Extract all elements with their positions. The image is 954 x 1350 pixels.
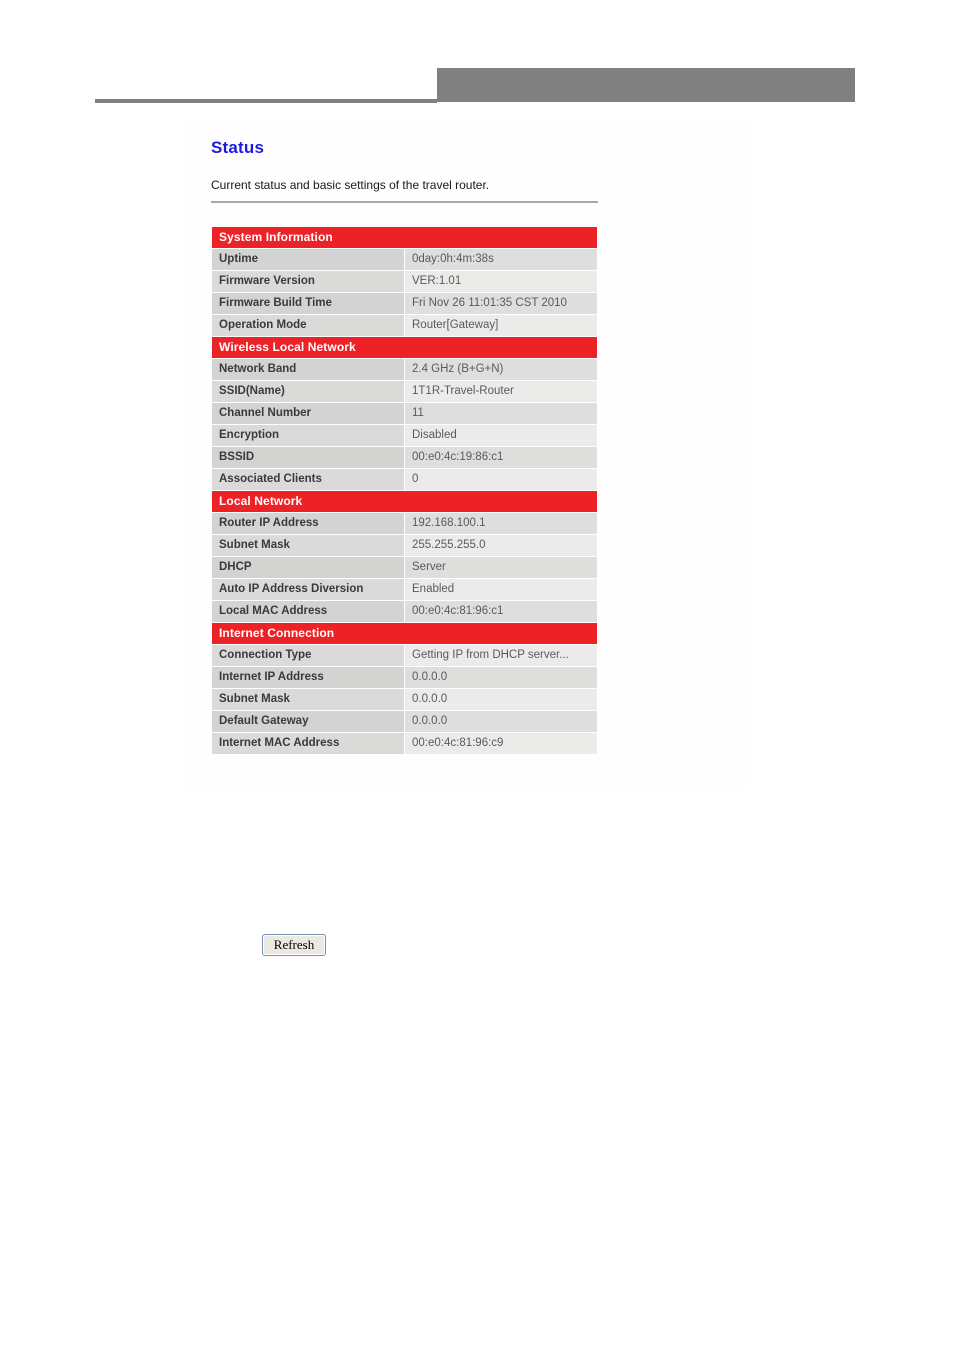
row-label: SSID(Name) xyxy=(211,380,405,403)
row-label: Router IP Address xyxy=(211,512,405,535)
row-label: Internet IP Address xyxy=(211,666,405,689)
row-label: Uptime xyxy=(211,248,405,271)
row-label: Subnet Mask xyxy=(211,688,405,711)
row-value: 0.0.0.0 xyxy=(404,666,598,689)
row-label: DHCP xyxy=(211,556,405,579)
row-value: Getting IP from DHCP server... xyxy=(404,644,598,667)
section-header-label: Internet Connection xyxy=(211,622,598,645)
table-row: Internet IP Address 0.0.0.0 xyxy=(211,666,598,689)
row-label: Firmware Version xyxy=(211,270,405,293)
table-row: Auto IP Address Diversion Enabled xyxy=(211,578,598,601)
description-divider xyxy=(211,201,598,203)
row-label: Connection Type xyxy=(211,644,405,667)
row-label: Auto IP Address Diversion xyxy=(211,578,405,601)
section-header-label: Local Network xyxy=(211,490,598,513)
row-value: 00:e0:4c:19:86:c1 xyxy=(404,446,598,469)
row-value: 255.255.255.0 xyxy=(404,534,598,557)
row-value: 0.0.0.0 xyxy=(404,688,598,711)
table-row: Connection Type Getting IP from DHCP serv… xyxy=(211,644,598,667)
row-label: Firmware Build Time xyxy=(211,292,405,315)
table-row: Encryption Disabled xyxy=(211,424,598,447)
row-value: 0day:0h:4m:38s xyxy=(404,248,598,271)
row-value: 0.0.0.0 xyxy=(404,710,598,733)
row-value: Router[Gateway] xyxy=(404,314,598,337)
row-value: 192.168.100.1 xyxy=(404,512,598,535)
table-row: BSSID 00:e0:4c:19:86:c1 xyxy=(211,446,598,469)
table-row: Subnet Mask 255.255.255.0 xyxy=(211,534,598,557)
header-divider-rule xyxy=(95,99,437,103)
row-label: Operation Mode xyxy=(211,314,405,337)
table-row: SSID(Name) 1T1R-Travel-Router xyxy=(211,380,598,403)
section-header-label: System Information xyxy=(211,226,598,249)
section-header-row: Wireless Local Network xyxy=(211,336,598,359)
row-value: VER:1.01 xyxy=(404,270,598,293)
page-title: Status xyxy=(211,138,265,157)
row-value: 00:e0:4c:81:96:c9 xyxy=(404,732,598,755)
table-row: Operation Mode Router[Gateway] xyxy=(211,314,598,337)
row-label: Subnet Mask xyxy=(211,534,405,557)
table-row: Uptime 0day:0h:4m:38s xyxy=(211,248,598,271)
table-row: Associated Clients 0 xyxy=(211,468,598,491)
row-value: 1T1R-Travel-Router xyxy=(404,380,598,403)
row-value: 0 xyxy=(404,468,598,491)
row-label: Associated Clients xyxy=(211,468,405,491)
row-label: Encryption xyxy=(211,424,405,447)
row-value: Disabled xyxy=(404,424,598,447)
row-value: 00:e0:4c:81:96:c1 xyxy=(404,600,598,623)
table-row: Subnet Mask 0.0.0.0 xyxy=(211,688,598,711)
row-value: Server xyxy=(404,556,598,579)
section-header-row: System Information xyxy=(211,226,598,249)
table-row: Internet MAC Address 00:e0:4c:81:96:c9 xyxy=(211,732,598,755)
table-row: Firmware Build Time Fri Nov 26 11:01:35 C… xyxy=(211,292,598,315)
row-value: Enabled xyxy=(404,578,598,601)
row-label: Default Gateway xyxy=(211,710,405,733)
row-value: 11 xyxy=(404,402,598,425)
refresh-button[interactable]: Refresh xyxy=(262,934,326,956)
table-row: Firmware Version VER:1.01 xyxy=(211,270,598,293)
page-description: Current status and basic settings of the… xyxy=(211,178,490,192)
table-row: Default Gateway 0.0.0.0 xyxy=(211,710,598,733)
row-label: Local MAC Address xyxy=(211,600,405,623)
section-header-label: Wireless Local Network xyxy=(211,336,598,359)
table-row: DHCP Server xyxy=(211,556,598,579)
section-header-row: Internet Connection xyxy=(211,622,598,645)
table-row: Network Band 2.4 GHz (B+G+N) xyxy=(211,358,598,381)
status-table: System Information Uptime 0day:0h:4m:38s Fi… xyxy=(211,226,598,755)
row-label: Channel Number xyxy=(211,402,405,425)
row-label: Internet MAC Address xyxy=(211,732,405,755)
row-label: BSSID xyxy=(211,446,405,469)
table-row: Channel Number 11 xyxy=(211,402,598,425)
section-header-row: Local Network xyxy=(211,490,598,513)
row-value: 2.4 GHz (B+G+N) xyxy=(404,358,598,381)
header-banner xyxy=(437,68,855,102)
table-row: Router IP Address 192.168.100.1 xyxy=(211,512,598,535)
row-label: Network Band xyxy=(211,358,405,381)
row-value: Fri Nov 26 11:01:35 CST 2010 xyxy=(404,292,598,315)
table-row: Local MAC Address 00:e0:4c:81:96:c1 xyxy=(211,600,598,623)
status-page-panel: Status Current status and basic settings… xyxy=(186,118,748,790)
